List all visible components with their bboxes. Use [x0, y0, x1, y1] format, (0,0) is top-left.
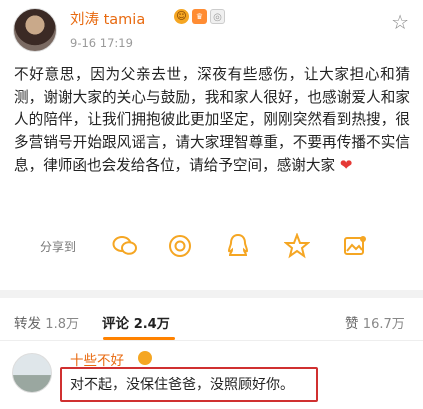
author-username[interactable]: 刘涛 tamia — [70, 8, 145, 29]
tab-likes[interactable]: 赞 16.7万 — [345, 312, 405, 332]
commenter-avatar[interactable] — [12, 353, 52, 393]
section-divider — [0, 290, 423, 298]
author-avatar[interactable] — [13, 8, 57, 52]
post-header: 刘涛 tamia ☺ ♛ ◎ 9-16 17:19 ☆ — [0, 0, 423, 58]
tab-likes-count: 16.7万 — [362, 317, 405, 332]
tab-comments[interactable]: 评论 2.4万 — [102, 312, 170, 332]
vip-badge-icon: ♛ — [192, 9, 207, 24]
user-badges: ☺ ♛ ◎ — [174, 9, 225, 24]
comment-item: 十些不好 对不起，没保住爸爸，没照顾好你。 — [0, 345, 423, 409]
share-label: 分享到 — [40, 240, 77, 254]
post-timestamp: 9-16 17:19 — [70, 36, 133, 50]
medal-badge-icon: ◎ — [210, 9, 225, 24]
image-share-icon[interactable] — [341, 232, 369, 260]
tab-repost[interactable]: 转发 1.8万 — [14, 312, 79, 332]
tab-comments-label: 评论 — [102, 316, 129, 332]
tab-repost-count: 1.8万 — [45, 317, 79, 332]
tab-likes-label: 赞 — [345, 316, 359, 332]
qq-icon[interactable] — [224, 232, 252, 260]
tab-comments-count: 2.4万 — [133, 317, 170, 332]
interaction-tabs: 转发 1.8万 评论 2.4万 赞 16.7万 — [0, 303, 423, 341]
favorite-star-icon[interactable]: ☆ — [391, 10, 409, 34]
wechat-icon[interactable] — [111, 232, 139, 260]
post-body: 不好意思，因为父亲去世，深夜有些感伤，让大家担心和猜测，谢谢大家的关心与鼓励，我… — [14, 64, 410, 178]
active-tab-indicator — [103, 337, 175, 340]
emoji-badge-icon: ☺ — [174, 9, 189, 24]
tab-repost-label: 转发 — [14, 316, 41, 332]
commenter-badge-icon — [138, 351, 152, 365]
share-row: 分享到 — [0, 226, 423, 266]
commenter-name[interactable]: 十些不好 — [70, 349, 124, 369]
qzone-icon[interactable] — [283, 232, 311, 260]
moments-icon[interactable] — [166, 232, 194, 260]
comment-text: 对不起，没保住爸爸，没照顾好你。 — [70, 377, 294, 393]
heart-icon: ❤ — [339, 156, 353, 174]
